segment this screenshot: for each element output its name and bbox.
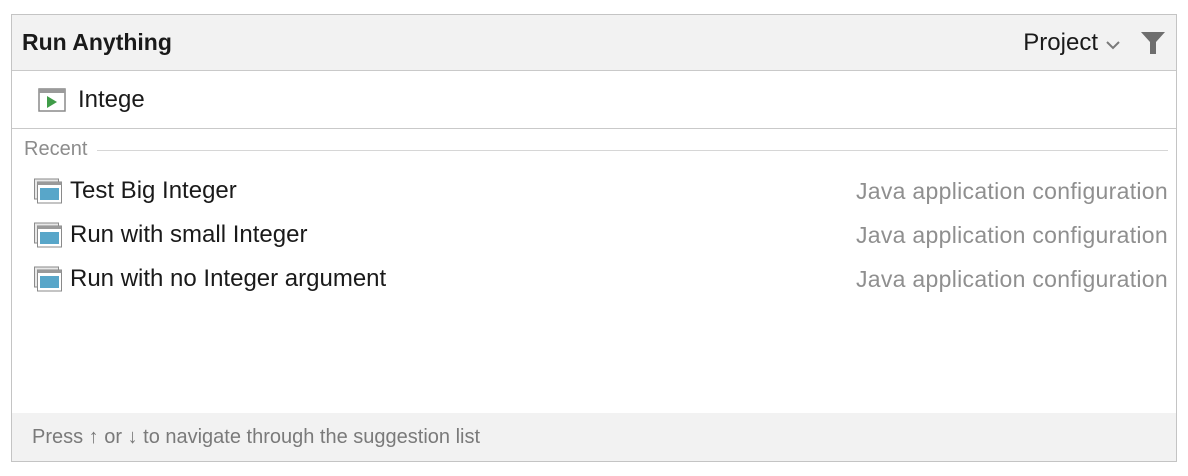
navigation-hint: Press ↑ or ↓ to navigate through the sug…	[32, 425, 481, 448]
config-type: Java application configuration	[855, 221, 1168, 248]
application-config-icon	[34, 178, 62, 204]
search-input[interactable]	[78, 85, 978, 114]
chevron-down-icon	[1106, 40, 1120, 49]
search-row	[12, 71, 1176, 129]
config-name: Run with no Integer argument	[70, 265, 387, 292]
scope-label: Project	[1023, 28, 1098, 56]
status-hint-bar: Press ↑ or ↓ to navigate through the sug…	[12, 413, 1176, 461]
application-config-icon	[34, 266, 62, 292]
filter-icon[interactable]	[1140, 30, 1166, 56]
popup-header: Run Anything Project	[12, 15, 1176, 71]
config-type: Java application configuration	[855, 265, 1168, 292]
scope-dropdown[interactable]: Project	[1023, 29, 1122, 57]
list-item[interactable]: Run with no Integer argument Java applic…	[12, 257, 1176, 301]
config-name: Run with small Integer	[70, 221, 308, 248]
config-type: Java application configuration	[855, 177, 1168, 204]
section-divider	[97, 149, 1168, 151]
recent-section-header: Recent	[12, 129, 1176, 169]
popup-title: Run Anything	[22, 29, 172, 55]
recent-list: Test Big Integer Java application config…	[12, 169, 1176, 301]
application-config-icon	[34, 222, 62, 248]
run-configuration-icon	[38, 87, 66, 112]
run-anything-popup: Run Anything Project Recent	[11, 14, 1177, 462]
list-item[interactable]: Test Big Integer Java application config…	[12, 169, 1176, 213]
list-item[interactable]: Run with small Integer Java application …	[12, 213, 1176, 257]
config-name: Test Big Integer	[70, 177, 237, 204]
recent-label: Recent	[24, 137, 88, 160]
